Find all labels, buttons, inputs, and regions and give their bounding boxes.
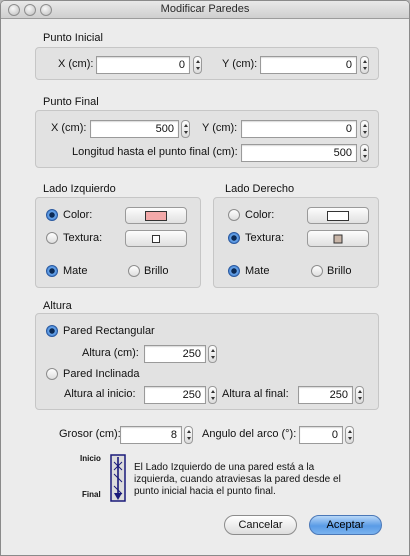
end-height-label: Altura al final: bbox=[222, 388, 289, 400]
end-x-stepper[interactable] bbox=[181, 120, 190, 138]
end-x-label: X (cm): bbox=[51, 122, 87, 134]
thickness-label: Grosor (cm): bbox=[59, 428, 121, 440]
end-height-field[interactable]: 250 bbox=[298, 386, 353, 404]
right-side-group: Color: Textura: Mate Brillo bbox=[213, 197, 379, 288]
dialog-window: Modificar Paredes Punto Inicial X (cm): … bbox=[0, 0, 410, 556]
height-title: Altura bbox=[43, 300, 72, 312]
right-gloss-radio[interactable] bbox=[311, 265, 323, 277]
rect-wall-label: Pared Rectangular bbox=[63, 325, 155, 337]
left-color-button[interactable] bbox=[125, 207, 187, 224]
arc-angle-label: Angulo del arco (°): bbox=[202, 428, 297, 440]
end-point-title: Punto Final bbox=[43, 96, 99, 108]
end-y-stepper[interactable] bbox=[360, 120, 369, 138]
cancel-button[interactable]: Cancelar bbox=[224, 515, 297, 535]
start-y-stepper[interactable] bbox=[360, 56, 369, 74]
diagram-end-label: Final bbox=[82, 490, 101, 499]
window-title: Modificar Paredes bbox=[160, 3, 250, 15]
right-matte-label: Mate bbox=[245, 265, 270, 277]
height-group: Pared Rectangular Altura (cm): 250 Pared… bbox=[35, 313, 379, 410]
start-y-field[interactable]: 0 bbox=[260, 56, 357, 74]
left-texture-button[interactable] bbox=[125, 230, 187, 247]
right-color-swatch bbox=[327, 210, 349, 221]
start-height-field[interactable]: 250 bbox=[144, 386, 206, 404]
left-color-swatch bbox=[145, 210, 167, 221]
accept-button[interactable]: Aceptar bbox=[309, 515, 382, 535]
arc-angle-field[interactable]: 0 bbox=[299, 426, 343, 444]
sloped-wall-radio[interactable] bbox=[46, 368, 58, 380]
right-color-radio[interactable] bbox=[228, 209, 240, 221]
rect-height-label: Altura (cm): bbox=[82, 347, 139, 359]
left-side-group: Color: Textura: Mate Brillo bbox=[35, 197, 201, 288]
length-stepper[interactable] bbox=[360, 144, 369, 162]
end-x-field[interactable]: 500 bbox=[90, 120, 179, 138]
length-label: Longitud hasta el punto final (cm): bbox=[72, 146, 238, 158]
length-field[interactable]: 500 bbox=[241, 144, 357, 162]
thickness-field[interactable]: 8 bbox=[120, 426, 182, 444]
start-x-stepper[interactable] bbox=[193, 56, 202, 74]
left-color-radio[interactable] bbox=[46, 209, 58, 221]
start-height-label: Altura al inicio: bbox=[64, 388, 136, 400]
left-side-title: Lado Izquierdo bbox=[43, 183, 116, 195]
end-point-group: X (cm): 500 Y (cm): 0 Longitud hasta el … bbox=[35, 110, 379, 168]
right-side-title: Lado Derecho bbox=[225, 183, 295, 195]
right-texture-label: Textura: bbox=[245, 232, 285, 244]
left-texture-radio[interactable] bbox=[46, 232, 58, 244]
left-matte-label: Mate bbox=[63, 265, 88, 277]
wall-diagram-icon bbox=[110, 454, 126, 502]
title-bar: Modificar Paredes bbox=[1, 1, 409, 19]
rect-height-field[interactable]: 250 bbox=[144, 345, 206, 363]
diagram-start-label: Inicio bbox=[80, 454, 101, 463]
right-gloss-label: Brillo bbox=[327, 265, 352, 277]
start-height-stepper[interactable] bbox=[208, 386, 217, 404]
arc-angle-stepper[interactable] bbox=[345, 426, 354, 444]
end-y-label: Y (cm): bbox=[202, 122, 238, 134]
diagram-help-text: El Lado Izquierdo de una pared está a la… bbox=[134, 462, 341, 497]
right-matte-radio[interactable] bbox=[228, 265, 240, 277]
end-y-field[interactable]: 0 bbox=[241, 120, 357, 138]
start-point-title: Punto Inicial bbox=[43, 32, 103, 44]
rect-height-stepper[interactable] bbox=[208, 345, 217, 363]
rect-wall-radio[interactable] bbox=[46, 325, 58, 337]
start-point-group: X (cm): 0 Y (cm): 0 bbox=[35, 47, 379, 80]
start-x-label: X (cm): bbox=[58, 58, 94, 70]
end-height-stepper[interactable] bbox=[355, 386, 364, 404]
right-texture-swatch bbox=[333, 234, 343, 243]
right-color-label: Color: bbox=[245, 209, 275, 221]
right-texture-radio[interactable] bbox=[228, 232, 240, 244]
start-x-field[interactable]: 0 bbox=[96, 56, 190, 74]
left-gloss-label: Brillo bbox=[144, 265, 169, 277]
left-texture-swatch bbox=[152, 234, 160, 243]
start-y-label: Y (cm): bbox=[222, 58, 258, 70]
left-texture-label: Textura: bbox=[63, 232, 103, 244]
left-matte-radio[interactable] bbox=[46, 265, 58, 277]
left-gloss-radio[interactable] bbox=[128, 265, 140, 277]
sloped-wall-label: Pared Inclinada bbox=[63, 368, 140, 380]
right-color-button[interactable] bbox=[307, 207, 369, 224]
thickness-stepper[interactable] bbox=[184, 426, 193, 444]
right-texture-button[interactable] bbox=[307, 230, 369, 247]
left-color-label: Color: bbox=[63, 209, 93, 221]
